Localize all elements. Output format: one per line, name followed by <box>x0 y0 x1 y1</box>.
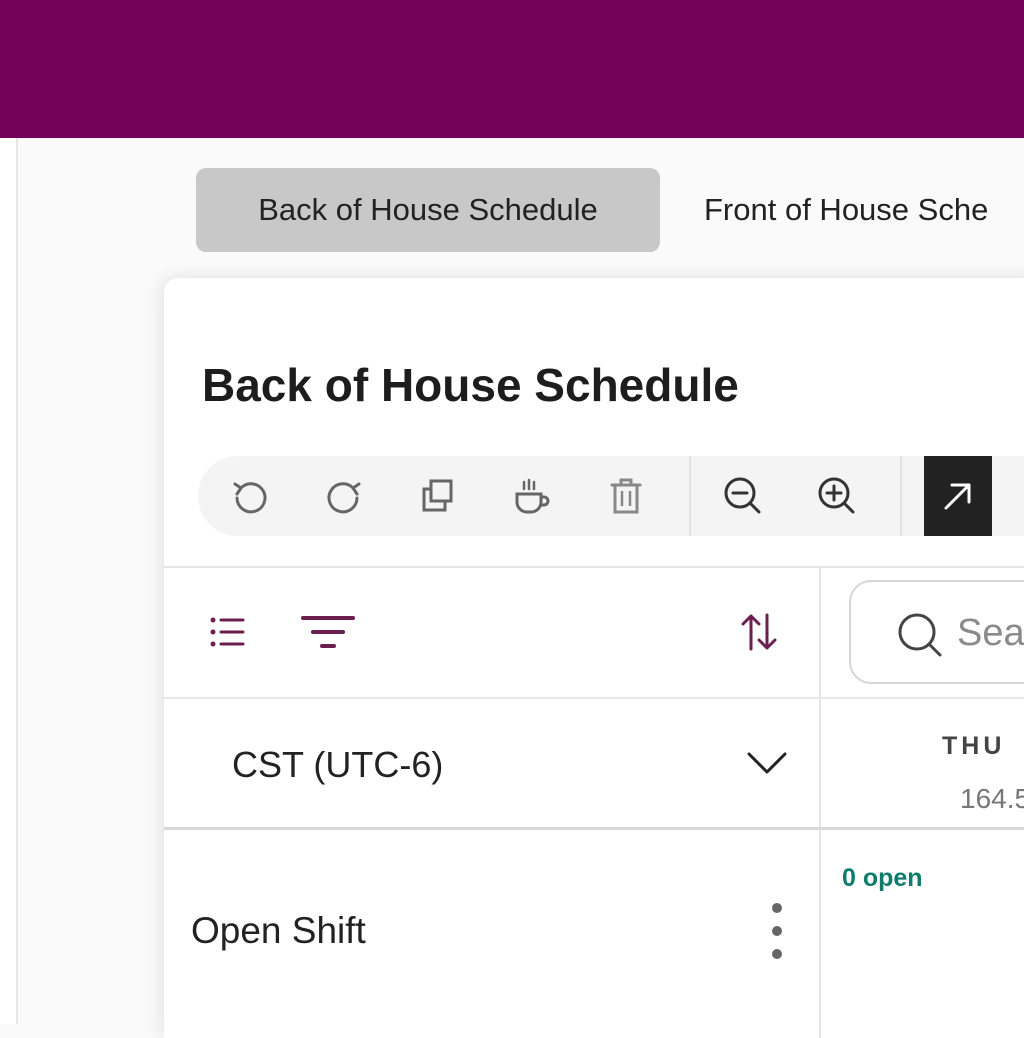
day-hours: 164.5 <box>960 783 1024 814</box>
redo-button[interactable] <box>312 456 376 536</box>
list-view-button[interactable] <box>204 612 250 652</box>
schedule-toolbar <box>198 456 1024 536</box>
tab-label: Front of House Sche <box>704 192 989 227</box>
tab-label: Back of House Schedule <box>258 192 598 227</box>
delete-button[interactable] <box>594 456 658 536</box>
divider <box>164 827 1024 830</box>
page-title: Back of House Schedule <box>202 359 739 411</box>
tab-front-of-house[interactable]: Front of House Sche <box>704 168 988 252</box>
schedule-panel: Back of House Schedule Sea CST (UTC-6) T… <box>164 278 1024 1038</box>
zoom-in-icon <box>818 477 855 514</box>
expand-icon <box>944 483 971 510</box>
zoom-out-icon <box>724 477 761 514</box>
left-rail <box>0 138 18 1024</box>
toolbar-divider <box>900 456 902 536</box>
list-view-icon <box>210 617 245 647</box>
column-divider <box>819 566 821 1038</box>
break-button[interactable] <box>500 456 564 536</box>
zoom-in-button[interactable] <box>805 456 869 536</box>
sort-icon <box>741 613 777 651</box>
app-header-bar <box>0 0 1024 138</box>
search-input[interactable]: Sea <box>849 580 1024 684</box>
timezone-label: CST (UTC-6) <box>232 744 444 785</box>
sort-button[interactable] <box>738 610 780 654</box>
row-menu-button[interactable] <box>760 896 794 966</box>
filter-icon <box>301 616 355 648</box>
more-vertical-icon <box>772 903 782 959</box>
redo-icon <box>327 482 361 514</box>
trash-icon <box>610 478 642 514</box>
open-shift-count[interactable]: 0 open <box>842 864 923 893</box>
divider <box>164 566 1024 568</box>
undo-button[interactable] <box>218 456 282 536</box>
zoom-out-button[interactable] <box>711 456 775 536</box>
day-header: THU <box>942 732 1006 760</box>
copy-button[interactable] <box>406 456 470 536</box>
break-icon <box>515 478 550 514</box>
filter-button[interactable] <box>300 612 356 652</box>
search-icon <box>898 613 942 657</box>
tab-back-of-house[interactable]: Back of House Schedule <box>196 168 660 252</box>
undo-icon <box>233 482 267 514</box>
timezone-select[interactable]: CST (UTC-6) <box>164 699 819 827</box>
chevron-down-icon <box>747 752 787 774</box>
search-placeholder: Sea <box>957 612 1024 654</box>
open-shift-label: Open Shift <box>191 910 366 951</box>
copy-icon <box>422 479 453 512</box>
expand-button[interactable] <box>924 456 992 536</box>
toolbar-divider <box>689 456 691 536</box>
